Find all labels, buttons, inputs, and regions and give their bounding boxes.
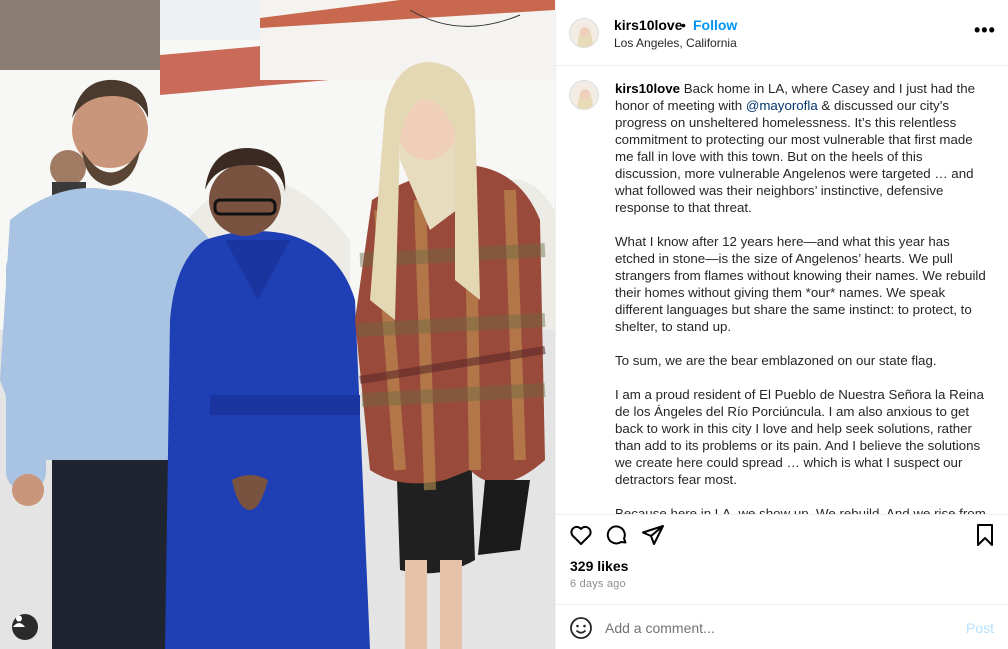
comment-bar: Post: [556, 604, 1008, 649]
post-header: kirs10love • Follow Los Angeles, Califor…: [556, 0, 1008, 66]
caption-paragraph: kirs10love Back home in LA, where Casey …: [615, 80, 987, 216]
post-username[interactable]: kirs10love: [614, 17, 683, 33]
bookmark-icon[interactable]: [973, 523, 999, 549]
heart-icon[interactable]: [569, 523, 595, 549]
caption-paragraph: To sum, we are the bear emblazoned on ou…: [615, 353, 937, 368]
post-actions: 329 likes 6 days ago: [556, 514, 1008, 604]
caption-text: kirs10love Back home in LA, where Casey …: [615, 80, 987, 514]
caption-paragraph: Because here in LA, we show up. We rebui…: [615, 506, 986, 514]
comment-icon[interactable]: [605, 523, 631, 549]
share-icon[interactable]: [641, 523, 667, 549]
user-tag-button[interactable]: [12, 614, 38, 640]
caption-text-segment: & discussed our city’s progress on unshe…: [615, 98, 974, 215]
separator-dot: •: [681, 17, 686, 33]
photo-illustration: [0, 0, 555, 649]
post-photo[interactable]: [0, 0, 555, 649]
likes-count[interactable]: 329 likes: [570, 558, 628, 574]
follow-button[interactable]: Follow: [693, 17, 737, 33]
more-icon[interactable]: •••: [974, 20, 996, 41]
caption-paragraph: I am a proud resident of El Pueblo de Nu…: [615, 387, 984, 487]
post-timestamp[interactable]: 6 days ago: [570, 578, 626, 590]
post-details-panel: kirs10love • Follow Los Angeles, Califor…: [555, 0, 1008, 649]
avatar[interactable]: [569, 18, 599, 48]
mention-link[interactable]: @mayorofla: [746, 98, 818, 113]
caption-avatar[interactable]: [569, 80, 599, 110]
post-comment-button[interactable]: Post: [966, 620, 994, 636]
post-location[interactable]: Los Angeles, California: [614, 36, 737, 50]
comment-input[interactable]: [605, 615, 945, 641]
caption-paragraph: What I know after 12 years here—and what…: [615, 234, 986, 334]
caption-username[interactable]: kirs10love: [615, 81, 680, 96]
emoji-icon[interactable]: [569, 616, 593, 640]
caption-scroll-area[interactable]: kirs10love Back home in LA, where Casey …: [556, 66, 1008, 514]
